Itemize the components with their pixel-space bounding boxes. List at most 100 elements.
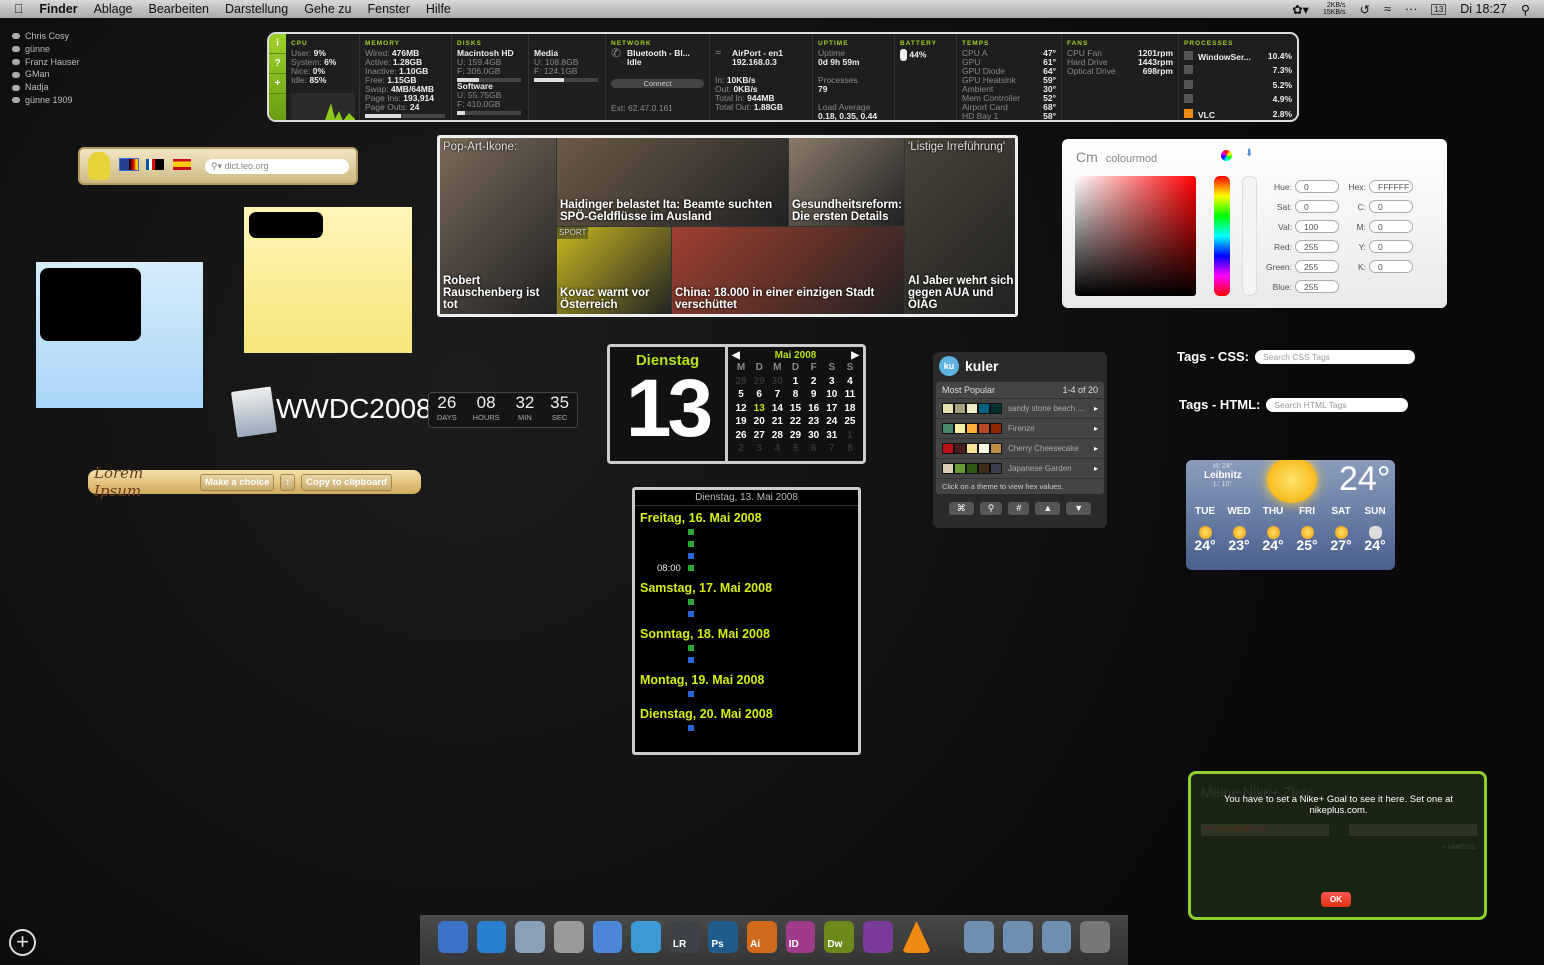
menu-darstellung[interactable]: Darstellung xyxy=(225,2,288,16)
day-cell[interactable]: 29 xyxy=(786,429,804,443)
day-cell[interactable]: 19 xyxy=(732,415,750,429)
day-cell[interactable]: 21 xyxy=(768,415,786,429)
help-button[interactable]: ? xyxy=(269,54,286,74)
news-tile[interactable]: Pop-Art-Ikone: Robert Rauschenberg ist to… xyxy=(440,138,556,314)
download-icon[interactable]: ⬇ xyxy=(1245,148,1253,159)
day-cell[interactable]: 2 xyxy=(732,442,750,456)
buddy-item[interactable]: Franz Hauser xyxy=(12,56,80,69)
bluetooth-dots-icon[interactable]: ··· xyxy=(1405,2,1418,16)
event-marker[interactable] xyxy=(688,611,694,617)
field-input[interactable]: 0 xyxy=(1369,200,1413,213)
dock-folder-applications-icon[interactable] xyxy=(1041,921,1072,953)
add-widget-icon[interactable]: + xyxy=(9,929,36,956)
day-cell[interactable]: 9 xyxy=(805,388,823,402)
day-cell[interactable]: 1 xyxy=(841,429,859,443)
day-cell[interactable]: 3 xyxy=(823,375,841,389)
dock-lightroom-icon[interactable]: LR xyxy=(669,921,700,953)
menu-finder[interactable]: Finder xyxy=(39,2,77,16)
dock-vlc-icon[interactable] xyxy=(901,921,932,953)
password-field[interactable] xyxy=(1349,824,1477,836)
buddy-item[interactable]: Nadja xyxy=(12,81,80,94)
dock-globe-app-icon[interactable] xyxy=(863,921,893,953)
event-marker[interactable] xyxy=(688,541,694,547)
day-cell[interactable]: 18 xyxy=(841,402,859,416)
event-marker[interactable] xyxy=(688,645,694,651)
event-marker[interactable] xyxy=(688,529,694,535)
news-tile[interactable]: 'Listige Irreführung' Al Jaber wehrt sich… xyxy=(905,138,1015,314)
next-month-button[interactable]: ▶ xyxy=(851,350,859,361)
prev-month-button[interactable]: ◀ xyxy=(732,350,740,361)
flag-fr-de[interactable] xyxy=(146,159,165,170)
dock-finder-icon[interactable] xyxy=(438,921,468,953)
day-cell[interactable]: 1 xyxy=(786,375,804,389)
menu-gehe-zu[interactable]: Gehe zu xyxy=(304,2,351,16)
info-button[interactable]: i xyxy=(269,34,286,54)
day-cell[interactable]: 11 xyxy=(841,388,859,402)
field-input[interactable]: 0 xyxy=(1369,220,1413,233)
status-menu-icon[interactable]: ✿▾ xyxy=(1292,2,1309,17)
color-wheel-icon[interactable] xyxy=(1221,150,1232,161)
username-field[interactable]: mr.clean@gmx.at xyxy=(1201,824,1329,836)
sticky-note-yellow[interactable] xyxy=(244,207,412,353)
buddy-item[interactable]: günne 1909 xyxy=(12,94,80,107)
event-marker[interactable] xyxy=(688,657,694,663)
alpha-slider[interactable] xyxy=(1242,176,1257,296)
event-marker[interactable] xyxy=(688,691,694,697)
html-tags-search-input[interactable]: Search HTML Tags xyxy=(1266,397,1409,412)
dock-indesign-icon[interactable]: ID xyxy=(785,921,816,953)
wifi-icon[interactable]: ≈ xyxy=(1384,2,1391,16)
spotlight-icon[interactable]: ⚲ xyxy=(1521,2,1530,17)
dock-photoshop-icon[interactable]: Ps xyxy=(708,921,739,953)
event-marker[interactable] xyxy=(688,599,694,605)
day-cell[interactable]: 24 xyxy=(823,415,841,429)
today-cell[interactable]: 13 xyxy=(750,402,768,416)
day-cell[interactable]: 15 xyxy=(786,402,804,416)
day-cell[interactable]: 26 xyxy=(732,429,750,443)
buddy-item[interactable]: Chris Cosy xyxy=(12,30,80,43)
day-cell[interactable]: 30 xyxy=(768,375,786,389)
hash-button[interactable]: # xyxy=(1008,502,1030,515)
day-cell[interactable]: 17 xyxy=(823,402,841,416)
time-machine-icon[interactable]: ↺ xyxy=(1360,2,1370,17)
menu-ablage[interactable]: Ablage xyxy=(94,2,133,16)
news-tile[interactable]: Gesundheitsreform: Die ersten Details xyxy=(789,138,904,226)
day-cell[interactable]: 8 xyxy=(786,388,804,402)
copy-to-clipboard-button[interactable]: Copy to clipboard xyxy=(301,473,392,491)
pulse-icon[interactable]: + xyxy=(269,74,286,94)
clock[interactable]: Di 18:27 xyxy=(1460,2,1507,16)
make-a-choice-select[interactable]: Make a choice xyxy=(200,473,275,491)
field-input[interactable]: FFFFFF xyxy=(1369,180,1413,193)
dock-ichat-icon[interactable] xyxy=(592,921,623,953)
apple-menu-icon[interactable]:  xyxy=(14,2,23,16)
theme-row[interactable]: Cherry Cheesecake ▸ xyxy=(936,438,1104,458)
day-cell[interactable]: 6 xyxy=(750,388,768,402)
event-marker[interactable] xyxy=(688,553,694,559)
event-marker[interactable] xyxy=(688,725,694,731)
day-cell[interactable]: 25 xyxy=(841,415,859,429)
sticky-note-blue[interactable] xyxy=(36,262,203,408)
field-input[interactable]: 0 xyxy=(1369,240,1413,253)
dock-itunes-icon[interactable] xyxy=(631,921,661,953)
day-cell[interactable]: 14 xyxy=(768,402,786,416)
dock-folder-documents-icon[interactable] xyxy=(964,921,994,953)
day-cell[interactable]: 4 xyxy=(841,375,859,389)
connect-button[interactable]: Connect xyxy=(611,79,704,88)
logout-link[interactable]: » ABMELDE xyxy=(1443,845,1476,851)
day-cell[interactable]: 31 xyxy=(823,429,841,443)
css-tags-search-input[interactable]: Search CSS Tags xyxy=(1255,349,1415,364)
day-cell[interactable]: 3 xyxy=(750,442,768,456)
dock-illustrator-icon[interactable]: Ai xyxy=(747,921,777,953)
day-cell[interactable]: 8 xyxy=(841,442,859,456)
hue-slider[interactable] xyxy=(1214,176,1230,296)
day-cell[interactable]: 16 xyxy=(805,402,823,416)
dock-mail-icon[interactable] xyxy=(515,921,545,953)
day-cell[interactable]: 28 xyxy=(768,429,786,443)
day-cell[interactable]: 7 xyxy=(768,388,786,402)
day-cell[interactable]: 5 xyxy=(732,388,750,402)
ok-button[interactable]: OK xyxy=(1321,892,1351,907)
theme-row[interactable]: Japanese Garden ▸ xyxy=(936,458,1104,478)
buddy-item[interactable]: günne xyxy=(12,43,80,56)
day-cell[interactable]: 22 xyxy=(786,415,804,429)
dock-newspaper-icon[interactable] xyxy=(553,921,584,953)
arrow-down-icon[interactable]: ▼ xyxy=(1066,502,1092,515)
